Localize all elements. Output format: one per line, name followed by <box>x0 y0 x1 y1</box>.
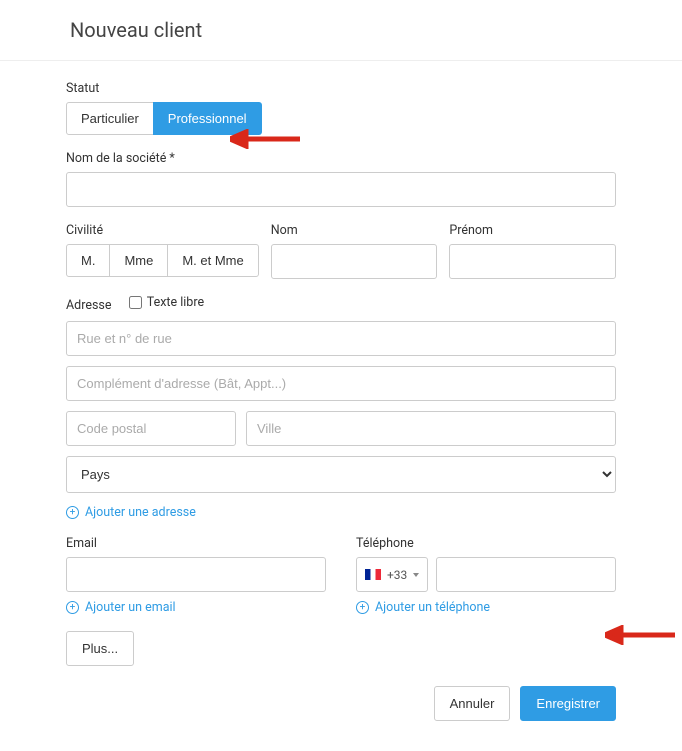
status-particulier-button[interactable]: Particulier <box>66 102 154 135</box>
plus-icon: + <box>356 601 369 614</box>
add-phone-link[interactable]: + Ajouter un téléphone <box>356 600 490 615</box>
phone-label: Téléphone <box>356 536 616 551</box>
civility-label: Civilité <box>66 223 259 238</box>
civility-mme-button[interactable]: Mme <box>109 244 168 277</box>
add-address-label: Ajouter une adresse <box>85 505 196 520</box>
company-input[interactable] <box>66 172 616 207</box>
company-label: Nom de la société * <box>66 151 616 166</box>
complement-input[interactable] <box>66 366 616 401</box>
add-email-link[interactable]: + Ajouter un email <box>66 600 176 615</box>
flag-fr-icon <box>365 569 381 580</box>
freetext-label: Texte libre <box>147 295 204 310</box>
annotation-arrow-icon <box>230 129 300 149</box>
phone-input[interactable] <box>436 557 616 592</box>
cancel-button[interactable]: Annuler <box>434 686 511 721</box>
add-address-link[interactable]: + Ajouter une adresse <box>66 505 196 520</box>
lastname-label: Nom <box>271 223 438 238</box>
civility-mmme-button[interactable]: M. et Mme <box>167 244 258 277</box>
postal-input[interactable] <box>66 411 236 446</box>
add-email-label: Ajouter un email <box>85 600 176 615</box>
email-input[interactable] <box>66 557 326 592</box>
plus-icon: + <box>66 601 79 614</box>
email-label: Email <box>66 536 326 551</box>
address-label: Adresse <box>66 298 111 313</box>
phone-prefix-select[interactable]: +33 <box>356 557 428 592</box>
lastname-input[interactable] <box>271 244 438 279</box>
civility-toggle-group: M. Mme M. et Mme <box>66 244 259 277</box>
plus-icon: + <box>66 506 79 519</box>
street-input[interactable] <box>66 321 616 356</box>
civility-m-button[interactable]: M. <box>66 244 110 277</box>
status-label: Statut <box>66 81 616 96</box>
add-phone-label: Ajouter un téléphone <box>375 600 490 615</box>
chevron-down-icon <box>413 573 419 577</box>
page-title: Nouveau client <box>70 18 682 42</box>
more-button[interactable]: Plus... <box>66 631 134 666</box>
firstname-input[interactable] <box>449 244 616 279</box>
phone-prefix-value: +33 <box>387 568 407 582</box>
country-select[interactable]: Pays <box>66 456 616 493</box>
status-toggle-group: Particulier Professionnel <box>66 102 616 135</box>
city-input[interactable] <box>246 411 616 446</box>
freetext-checkbox[interactable] <box>129 296 142 309</box>
annotation-arrow-icon <box>605 625 675 645</box>
firstname-label: Prénom <box>449 223 616 238</box>
save-button[interactable]: Enregistrer <box>520 686 616 721</box>
